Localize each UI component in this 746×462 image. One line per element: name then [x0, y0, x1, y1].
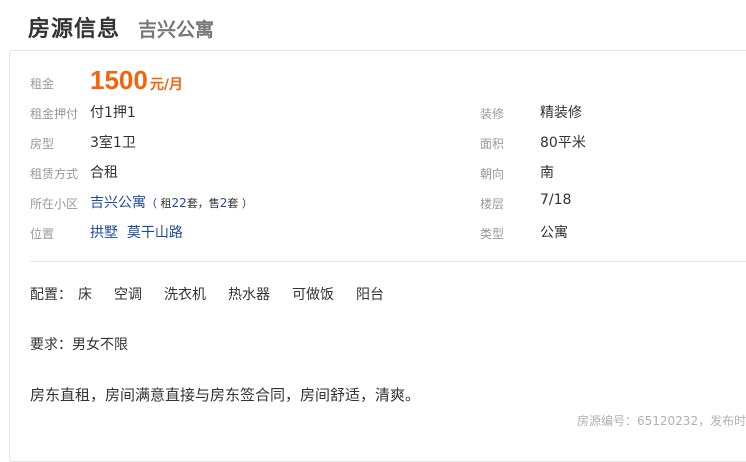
rent-amount: 1500: [90, 65, 148, 95]
listing-meta: 房源编号：65120232，发布时间: [577, 414, 746, 428]
lease-type-value: 合租: [90, 165, 118, 181]
deposit-value: 付1押1: [90, 105, 136, 121]
orientation-label: 朝向: [480, 167, 505, 181]
rent-count-prefix: （ 租: [146, 197, 172, 210]
lease-type-label: 租赁方式: [30, 167, 79, 181]
listing-info-panel: 租金 1500 元/月 租金押付 付1押1 房型 3室1卫 租赁方式 合租 所在小…: [9, 50, 746, 462]
area-label: 面积: [480, 137, 505, 151]
listing-name: 吉兴公寓: [138, 19, 215, 41]
page-title: 房源信息: [28, 17, 121, 42]
config-item: 可做饭: [292, 287, 334, 303]
decoration-value: 精装修: [540, 105, 582, 121]
decoration-label: 装修: [480, 107, 505, 121]
sale-count-suffix: 套 ）: [227, 197, 253, 210]
community-label: 所在小区: [30, 197, 79, 211]
location-label: 位置: [30, 227, 55, 241]
community-value: 吉兴公寓（ 租22套，售2套 ）: [90, 192, 253, 212]
rent-price: 1500 元/月: [90, 65, 183, 96]
room-type-value: 3室1卫: [90, 135, 136, 151]
rent-label: 租金: [30, 77, 55, 91]
config-item: 空调: [114, 287, 142, 303]
config-item: 床: [78, 287, 92, 303]
property-type-label: 类型: [480, 227, 505, 241]
floor-label: 楼层: [480, 197, 505, 211]
rent-count-suffix: 套，售: [186, 197, 220, 210]
rent-count-link[interactable]: 22: [172, 196, 187, 210]
deposit-label: 租金押付: [30, 107, 79, 121]
config-item: 热水器: [228, 287, 270, 303]
config-list: 配置： 床 空调 洗衣机 热水器 可做饭 阳台: [30, 284, 406, 304]
description-text: 房东直租，房间满意直接与房东签合同，房间舒适，清爽。: [30, 386, 421, 404]
floor-value: 7/18: [540, 192, 572, 208]
area-value: 80平米: [540, 135, 586, 151]
requirement-text: 要求：男女不限: [30, 337, 128, 353]
rent-unit: 元/月: [149, 77, 183, 93]
config-label: 配置：: [30, 287, 72, 303]
config-item: 阳台: [356, 287, 384, 303]
location-value: 拱墅 莫干山路: [90, 222, 183, 242]
property-type-value: 公寓: [540, 225, 568, 241]
room-type-label: 房型: [30, 137, 55, 151]
section-divider: [30, 261, 746, 262]
community-counts: （ 租22套，售2套 ）: [146, 196, 253, 210]
orientation-value: 南: [540, 165, 554, 181]
config-item: 洗衣机: [164, 287, 206, 303]
community-link[interactable]: 吉兴公寓: [90, 195, 146, 211]
page-header: 房源信息 吉兴公寓: [28, 11, 214, 43]
street-link[interactable]: 莫干山路: [127, 225, 183, 241]
district-link[interactable]: 拱墅: [90, 225, 118, 241]
